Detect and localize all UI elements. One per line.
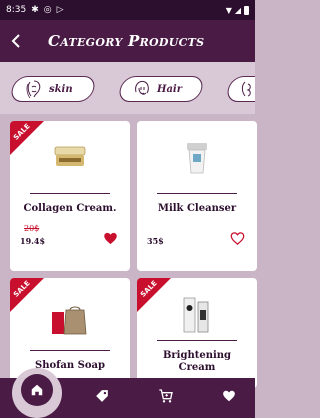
divider <box>30 350 110 351</box>
skin-face-icon <box>26 80 41 99</box>
cream-jar-image <box>54 146 86 166</box>
circle-status-icon: ◎ <box>43 5 52 15</box>
category-chip-hair[interactable]: Hair <box>116 76 206 102</box>
category-label: Hair <box>157 83 182 95</box>
category-label: skin <box>49 83 73 95</box>
heart-outline-icon[interactable] <box>230 231 245 246</box>
divider <box>157 193 237 194</box>
nav-tags-button[interactable] <box>94 388 110 404</box>
product-card[interactable]: Milk Cleanser 35$ <box>137 121 257 271</box>
wifi-icon: ▼ <box>225 5 232 15</box>
product-name: Collagen Cream. <box>23 203 117 214</box>
battery-icon <box>244 5 249 15</box>
category-chip-more[interactable] <box>224 76 255 102</box>
status-bar: 8:35 ✱ ◎ ▷ ▼ ◢ <box>0 0 255 20</box>
heart-icon <box>223 390 235 402</box>
divider <box>30 193 110 194</box>
old-price: 20$ <box>24 224 40 233</box>
soap-bag-image <box>52 306 87 335</box>
divider <box>157 340 237 341</box>
play-status-icon: ▷ <box>56 5 64 15</box>
cream-box-image <box>183 297 209 333</box>
category-chip-skin[interactable]: skin <box>8 76 98 102</box>
settings-status-icon: ✱ <box>31 5 39 15</box>
app-bar: Category Products <box>0 20 255 62</box>
nav-home-button[interactable] <box>21 374 53 406</box>
cleanser-tube-image <box>187 143 207 174</box>
price: 35$ <box>147 236 164 246</box>
chevron-left-icon <box>11 34 20 48</box>
hair-face-icon <box>135 81 149 95</box>
nav-favorites-button[interactable] <box>221 388 237 404</box>
category-strip: skin Hair <box>0 62 255 114</box>
product-name: Milk Cleanser <box>157 203 237 214</box>
product-card[interactable]: SALE Collagen Cream. 20$ 19.4$ <box>10 121 130 271</box>
nav-cart-button[interactable] <box>158 388 174 404</box>
tag-icon <box>96 390 108 402</box>
signal-icon: ◢ <box>234 5 241 15</box>
partial-category-icon <box>241 81 251 97</box>
product-name: Brightening Cream <box>162 350 232 373</box>
heart-filled-icon[interactable] <box>103 231 118 246</box>
home-icon <box>31 384 43 396</box>
page-title: Category Products <box>48 32 205 50</box>
back-button[interactable] <box>0 20 32 62</box>
product-card[interactable]: SALE Brightening Cream <box>137 278 257 388</box>
cart-icon <box>159 389 173 403</box>
price: 19.4$ <box>20 236 46 246</box>
status-time: 8:35 <box>6 5 27 15</box>
